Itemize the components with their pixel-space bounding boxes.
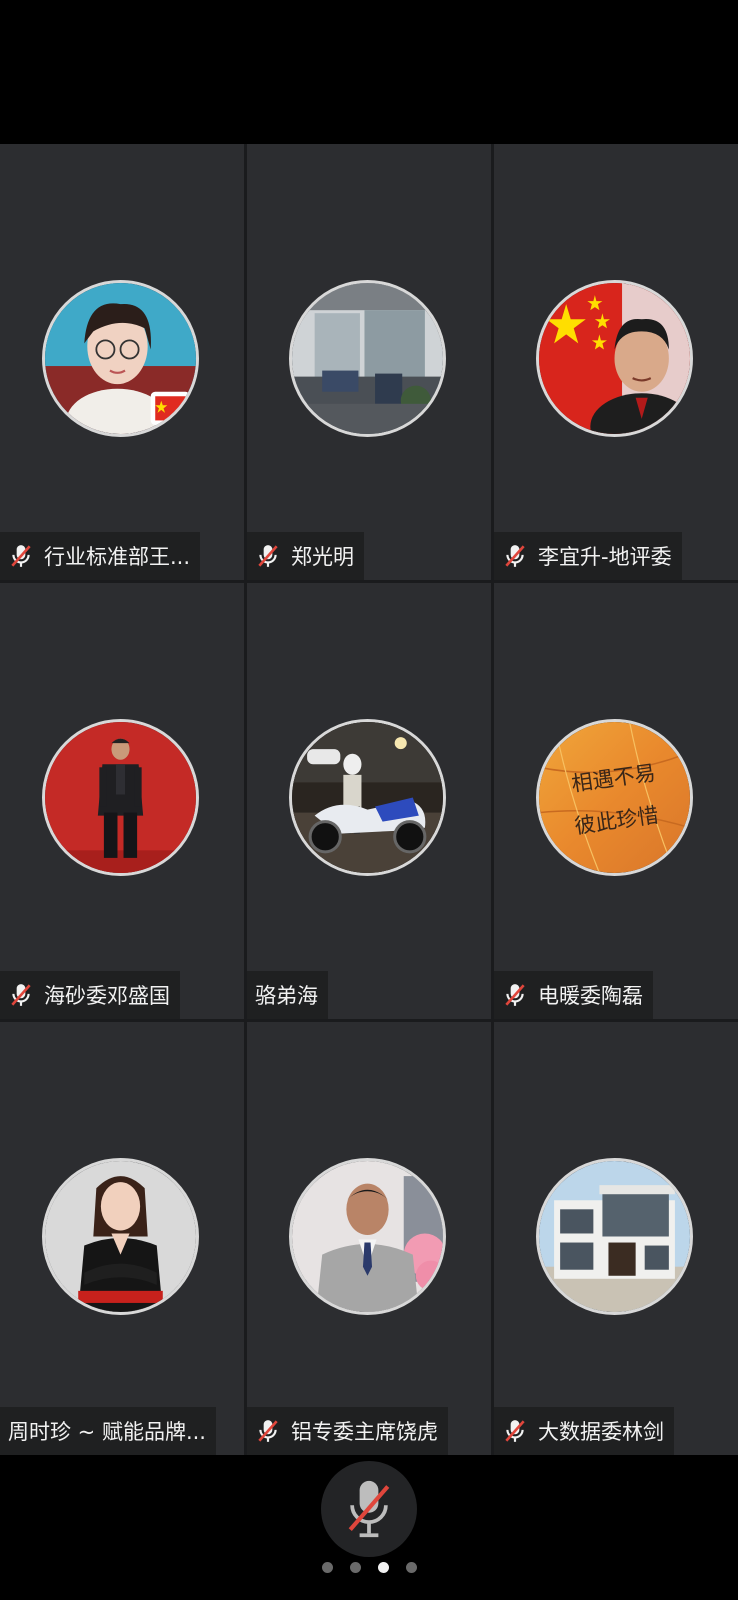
participant-tile[interactable]: 铝专委主席饶虎 <box>247 1022 491 1455</box>
participant-tile[interactable]: 海砂委邓盛国 <box>0 583 244 1019</box>
participant-avatar <box>289 280 446 437</box>
participant-grid: 行业标准部王... 郑光明 李宜升-地评委 海砂委邓盛国 骆弟海 相遇不易 彼此… <box>0 144 738 1455</box>
mic-off-icon <box>348 1480 390 1538</box>
participant-name-tag: 郑光明 <box>247 532 364 580</box>
participant-name-tag: 电暖委陶磊 <box>494 971 653 1019</box>
participant-name: 电暖委陶磊 <box>538 984 643 1008</box>
participant-name: 海砂委邓盛国 <box>44 984 170 1008</box>
participant-name: 大数据委林剑 <box>538 1420 664 1444</box>
participant-tile[interactable]: 周时珍 ~ 赋能品牌... <box>0 1022 244 1455</box>
participant-name: 郑光明 <box>291 545 354 569</box>
page-dot[interactable] <box>405 1562 417 1573</box>
page-dot-active[interactable] <box>377 1562 389 1573</box>
participant-name-tag: 海砂委邓盛国 <box>0 971 180 1019</box>
participant-avatar <box>536 280 693 437</box>
participant-avatar <box>536 1158 693 1315</box>
page-dot[interactable] <box>349 1562 361 1573</box>
participant-name: 周时珍 ~ 赋能品牌... <box>8 1420 206 1444</box>
participant-tile[interactable]: 相遇不易 彼此珍惜 电暖委陶磊 <box>494 583 738 1019</box>
mic-off-icon <box>258 1420 278 1442</box>
participant-avatar <box>42 719 199 876</box>
page-indicator <box>0 1562 738 1573</box>
bottom-controls <box>0 1455 738 1600</box>
participant-avatar <box>42 280 199 437</box>
participant-name: 李宜升-地评委 <box>538 545 672 569</box>
participant-name-tag: 周时珍 ~ 赋能品牌... <box>0 1407 216 1455</box>
mic-off-icon <box>258 545 278 567</box>
participant-name-tag: 骆弟海 <box>247 971 328 1019</box>
participant-name-tag: 李宜升-地评委 <box>494 532 682 580</box>
participant-avatar: 相遇不易 彼此珍惜 <box>536 719 693 876</box>
page-dot[interactable] <box>321 1562 333 1573</box>
participant-name: 行业标准部王... <box>44 545 191 569</box>
participant-tile[interactable]: 大数据委林剑 <box>494 1022 738 1455</box>
participant-name: 铝专委主席饶虎 <box>291 1420 438 1444</box>
participant-tile[interactable]: 李宜升-地评委 <box>494 144 738 580</box>
mic-off-icon <box>505 984 525 1006</box>
participant-tile[interactable]: 郑光明 <box>247 144 491 580</box>
participant-name-tag: 铝专委主席饶虎 <box>247 1407 448 1455</box>
mic-off-icon <box>11 545 31 567</box>
top-bar <box>0 0 738 144</box>
participant-avatar <box>289 719 446 876</box>
participant-tile[interactable]: 行业标准部王... <box>0 144 244 580</box>
mic-off-icon <box>505 545 525 567</box>
participant-tile[interactable]: 骆弟海 <box>247 583 491 1019</box>
mute-toggle-button[interactable] <box>321 1461 417 1557</box>
participant-name-tag: 行业标准部王... <box>0 532 201 580</box>
participant-name: 骆弟海 <box>255 984 318 1008</box>
mic-off-icon <box>11 984 31 1006</box>
participant-avatar <box>289 1158 446 1315</box>
mic-off-icon <box>505 1420 525 1442</box>
participant-name-tag: 大数据委林剑 <box>494 1407 674 1455</box>
participant-avatar <box>42 1158 199 1315</box>
